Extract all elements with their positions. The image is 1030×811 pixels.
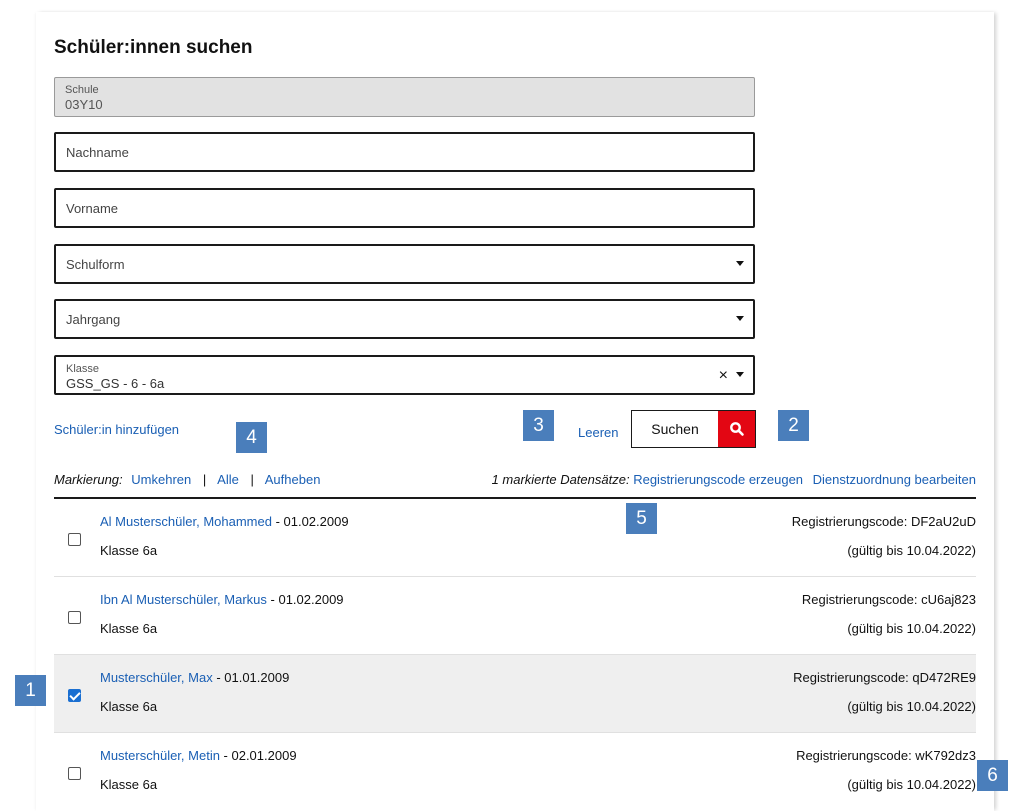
clear-button[interactable]: Leeren bbox=[578, 425, 618, 440]
chevron-down-icon bbox=[736, 261, 744, 266]
code-validity: (gültig bis 10.04.2022) bbox=[847, 621, 976, 636]
student-class: Klasse 6a bbox=[100, 699, 158, 714]
student-row: Al Musterschüler, Mohammed - 01.02.2009 … bbox=[54, 499, 976, 577]
student-name-line: Musterschüler, Metin - 02.01.2009 bbox=[100, 748, 297, 763]
invert-selection-link[interactable]: Umkehren bbox=[131, 472, 191, 487]
student-row-selected: Musterschüler, Max - 01.01.2009 Klasse 6… bbox=[54, 655, 976, 733]
student-class: Klasse 6a bbox=[100, 777, 158, 792]
grade-placeholder: Jahrgang bbox=[66, 312, 121, 327]
row-checkbox[interactable] bbox=[68, 611, 81, 624]
row-checkbox[interactable] bbox=[68, 533, 81, 546]
school-type-placeholder: Schulform bbox=[66, 257, 125, 272]
page-title: Schüler:innen suchen bbox=[54, 37, 253, 58]
callout-badge-3: 3 bbox=[523, 410, 554, 441]
callout-badge-6: 6 bbox=[977, 760, 1008, 791]
school-field: Schule 03Y10 bbox=[54, 77, 755, 117]
registration-code: Registrierungscode: DF2aU2uD bbox=[791, 514, 976, 529]
edit-assignment-link[interactable]: Dienstzuordnung bearbeiten bbox=[813, 472, 976, 487]
student-birthdate: - 01.01.2009 bbox=[212, 670, 290, 685]
student-name-line: Ibn Al Musterschüler, Markus - 01.02.200… bbox=[100, 592, 344, 607]
separator: | bbox=[202, 472, 207, 487]
registration-code: Registrierungscode: qD472RE9 bbox=[793, 670, 976, 685]
firstname-input[interactable]: Vorname bbox=[54, 188, 755, 228]
code-validity: (gültig bis 10.04.2022) bbox=[847, 777, 976, 792]
add-student-link[interactable]: Schüler:in hinzufügen bbox=[54, 422, 179, 437]
school-field-label: Schule bbox=[65, 84, 99, 96]
school-type-select[interactable]: Schulform bbox=[54, 244, 755, 284]
close-icon[interactable]: × bbox=[719, 367, 728, 385]
generate-code-link[interactable]: Registrierungscode erzeugen bbox=[633, 472, 803, 487]
row-checkbox[interactable] bbox=[68, 767, 81, 780]
student-class: Klasse 6a bbox=[100, 621, 158, 636]
class-field-label: Klasse bbox=[66, 363, 100, 375]
registration-code: Registrierungscode: cU6aj823 bbox=[801, 592, 976, 607]
search-button-label: Suchen bbox=[651, 421, 699, 437]
student-name-link[interactable]: Ibn Al Musterschüler, Markus bbox=[100, 592, 267, 607]
student-birthdate: - 02.01.2009 bbox=[219, 748, 297, 763]
lastname-input[interactable]: Nachname bbox=[54, 132, 755, 172]
grade-select[interactable]: Jahrgang bbox=[54, 299, 755, 339]
student-name-line: Musterschüler, Max - 01.01.2009 bbox=[100, 670, 289, 685]
student-name-line: Al Musterschüler, Mohammed - 01.02.2009 bbox=[100, 514, 349, 529]
marking-bar: Markierung: Umkehren | Alle | Aufheben 1… bbox=[54, 472, 976, 499]
callout-badge-2: 2 bbox=[778, 410, 809, 441]
student-row: Ibn Al Musterschüler, Markus - 01.02.200… bbox=[54, 577, 976, 655]
clear-selection-link[interactable]: Aufheben bbox=[265, 472, 321, 487]
student-name-link[interactable]: Al Musterschüler, Mohammed bbox=[100, 514, 272, 529]
search-button[interactable]: Suchen bbox=[631, 410, 756, 448]
lastname-placeholder: Nachname bbox=[66, 145, 129, 160]
separator: | bbox=[250, 472, 254, 487]
row-checkbox[interactable] bbox=[68, 689, 81, 702]
bulk-actions: 1 markierte Datensätze: Registrierungsco… bbox=[492, 472, 976, 487]
student-birthdate: - 01.02.2009 bbox=[266, 592, 344, 607]
search-icon[interactable] bbox=[718, 411, 755, 447]
class-select[interactable]: Klasse GSS_GS - 6 - 6a × bbox=[54, 355, 755, 395]
select-all-link[interactable]: Alle bbox=[217, 472, 239, 487]
registration-code: Registrierungscode: wK792dz3 bbox=[796, 748, 976, 763]
callout-badge-4: 4 bbox=[236, 422, 267, 453]
chevron-down-icon[interactable] bbox=[736, 372, 744, 377]
firstname-placeholder: Vorname bbox=[66, 201, 119, 216]
school-field-value: 03Y10 bbox=[65, 97, 103, 112]
callout-badge-1: 1 bbox=[15, 675, 46, 706]
selected-count: 1 markierte Datensätze: bbox=[491, 472, 630, 487]
student-class: Klasse 6a bbox=[100, 543, 158, 558]
code-validity: (gültig bis 10.04.2022) bbox=[847, 699, 976, 714]
marking-label: Markierung: bbox=[54, 472, 123, 487]
chevron-down-icon bbox=[736, 316, 744, 321]
student-name-link[interactable]: Musterschüler, Max bbox=[100, 670, 213, 685]
student-birthdate: - 01.02.2009 bbox=[271, 514, 349, 529]
student-name-link[interactable]: Musterschüler, Metin bbox=[100, 748, 220, 763]
student-row: Musterschüler, Metin - 02.01.2009 Klasse… bbox=[54, 733, 976, 811]
class-field-value: GSS_GS - 6 - 6a bbox=[66, 376, 165, 391]
code-validity: (gültig bis 10.04.2022) bbox=[847, 543, 976, 558]
